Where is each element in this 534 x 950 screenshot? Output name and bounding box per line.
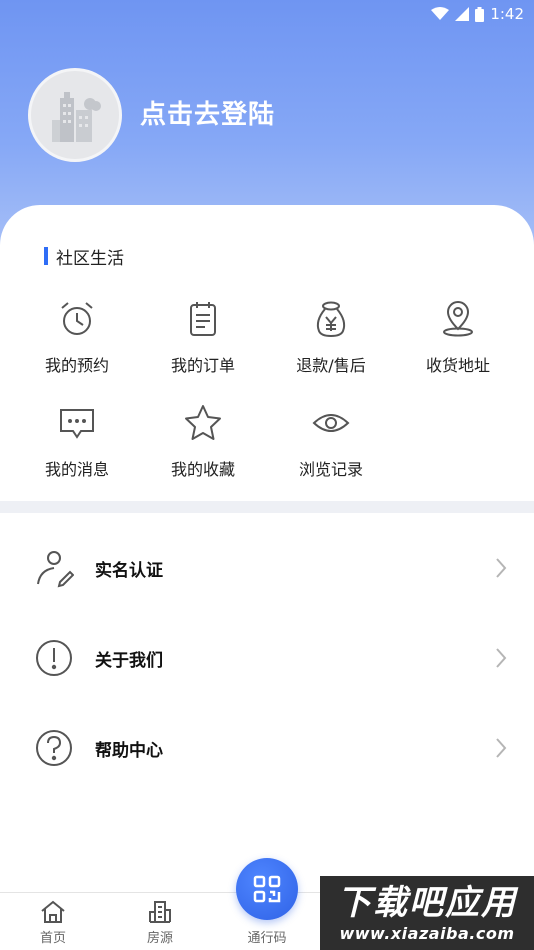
building-icon: [149, 901, 171, 923]
menu-row-about[interactable]: 关于我们: [0, 613, 534, 703]
battery-icon: [475, 6, 485, 22]
qr-code-icon: [253, 875, 281, 903]
star-icon: [182, 402, 224, 444]
login-link[interactable]: 点击去登陆: [140, 94, 275, 131]
alarm-clock-icon: [56, 298, 98, 340]
chevron-right-icon: [496, 738, 507, 758]
location-pin-icon: [437, 298, 479, 340]
grid-item-label: 我的预约: [44, 356, 109, 375]
grid-item-label: 浏览记录: [298, 460, 363, 479]
grid-item-label: 我的收藏: [170, 460, 235, 479]
grid-item-address[interactable]: 收货地址: [393, 298, 523, 388]
signal-icon: [455, 7, 470, 21]
clipboard-icon: [182, 298, 224, 340]
grid-item-appointments[interactable]: 我的预约: [12, 298, 142, 388]
question-icon: [34, 728, 74, 768]
grid-item-label: 我的消息: [44, 460, 109, 479]
info-exclamation-icon: [34, 638, 74, 678]
grid-item-label: 退款/售后: [296, 356, 366, 375]
grid-item-messages[interactable]: 我的消息: [12, 402, 142, 492]
menu-row-verification[interactable]: 实名认证: [0, 523, 534, 613]
section-title: 社区生活: [44, 246, 124, 269]
eye-icon: [310, 402, 352, 444]
tab-label: 房源: [146, 931, 173, 946]
menu-label: 帮助中心: [95, 740, 163, 761]
watermark-logo: 下载吧应用 www.xiazaiba.com: [320, 876, 534, 950]
watermark-title: 下载吧应用: [337, 882, 517, 923]
watermark-url: www.xiazaiba.com: [339, 923, 515, 943]
grid-item-label: 收货地址: [425, 356, 490, 375]
tab-label: 通行码: [247, 931, 287, 946]
menu-label: 关于我们: [95, 650, 163, 671]
grid-item-refund[interactable]: 退款/售后: [266, 298, 396, 388]
tab-label: 首页: [39, 931, 66, 946]
chevron-right-icon: [496, 648, 507, 668]
tab-home[interactable]: 首页: [13, 893, 93, 950]
message-icon: [56, 402, 98, 444]
avatar[interactable]: [28, 68, 122, 162]
menu-label: 实名认证: [95, 560, 163, 581]
building-avatar-icon: [52, 92, 101, 142]
chevron-right-icon: [496, 558, 507, 578]
status-bar: 1:42: [0, 0, 534, 28]
accent-bar: [44, 247, 48, 265]
status-time: 1:42: [490, 5, 524, 23]
menu-row-help[interactable]: 帮助中心: [0, 703, 534, 793]
section-divider: [0, 501, 534, 513]
grid-item-orders[interactable]: 我的订单: [138, 298, 268, 388]
grid-item-favorites[interactable]: 我的收藏: [138, 402, 268, 492]
grid-item-label: 我的订单: [170, 356, 235, 375]
user-edit-icon: [34, 548, 74, 588]
pass-code-button[interactable]: [236, 858, 298, 920]
grid-item-history[interactable]: 浏览记录: [266, 402, 396, 492]
home-icon: [41, 900, 65, 923]
tab-housing[interactable]: 房源: [120, 893, 200, 950]
section-title-text: 社区生活: [56, 248, 124, 269]
money-bag-icon: [310, 298, 352, 340]
wifi-icon: [431, 7, 450, 20]
